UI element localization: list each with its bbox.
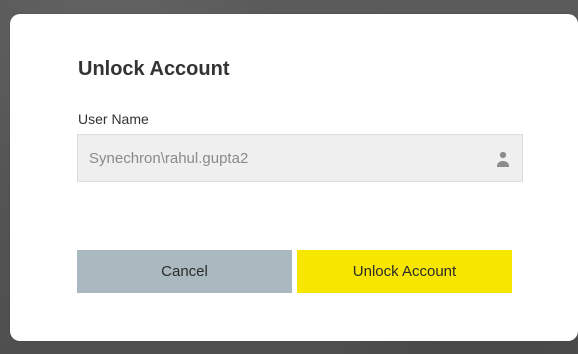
cancel-button[interactable]: Cancel	[77, 250, 292, 293]
user-icon	[497, 151, 509, 167]
unlock-account-button[interactable]: Unlock Account	[297, 250, 512, 293]
username-label: User Name	[78, 111, 149, 127]
username-input[interactable]	[78, 135, 522, 181]
username-field-container	[77, 134, 523, 182]
dialog-title: Unlock Account	[78, 58, 230, 80]
unlock-account-dialog: Unlock Account User Name Cancel Unlock A…	[10, 14, 578, 341]
